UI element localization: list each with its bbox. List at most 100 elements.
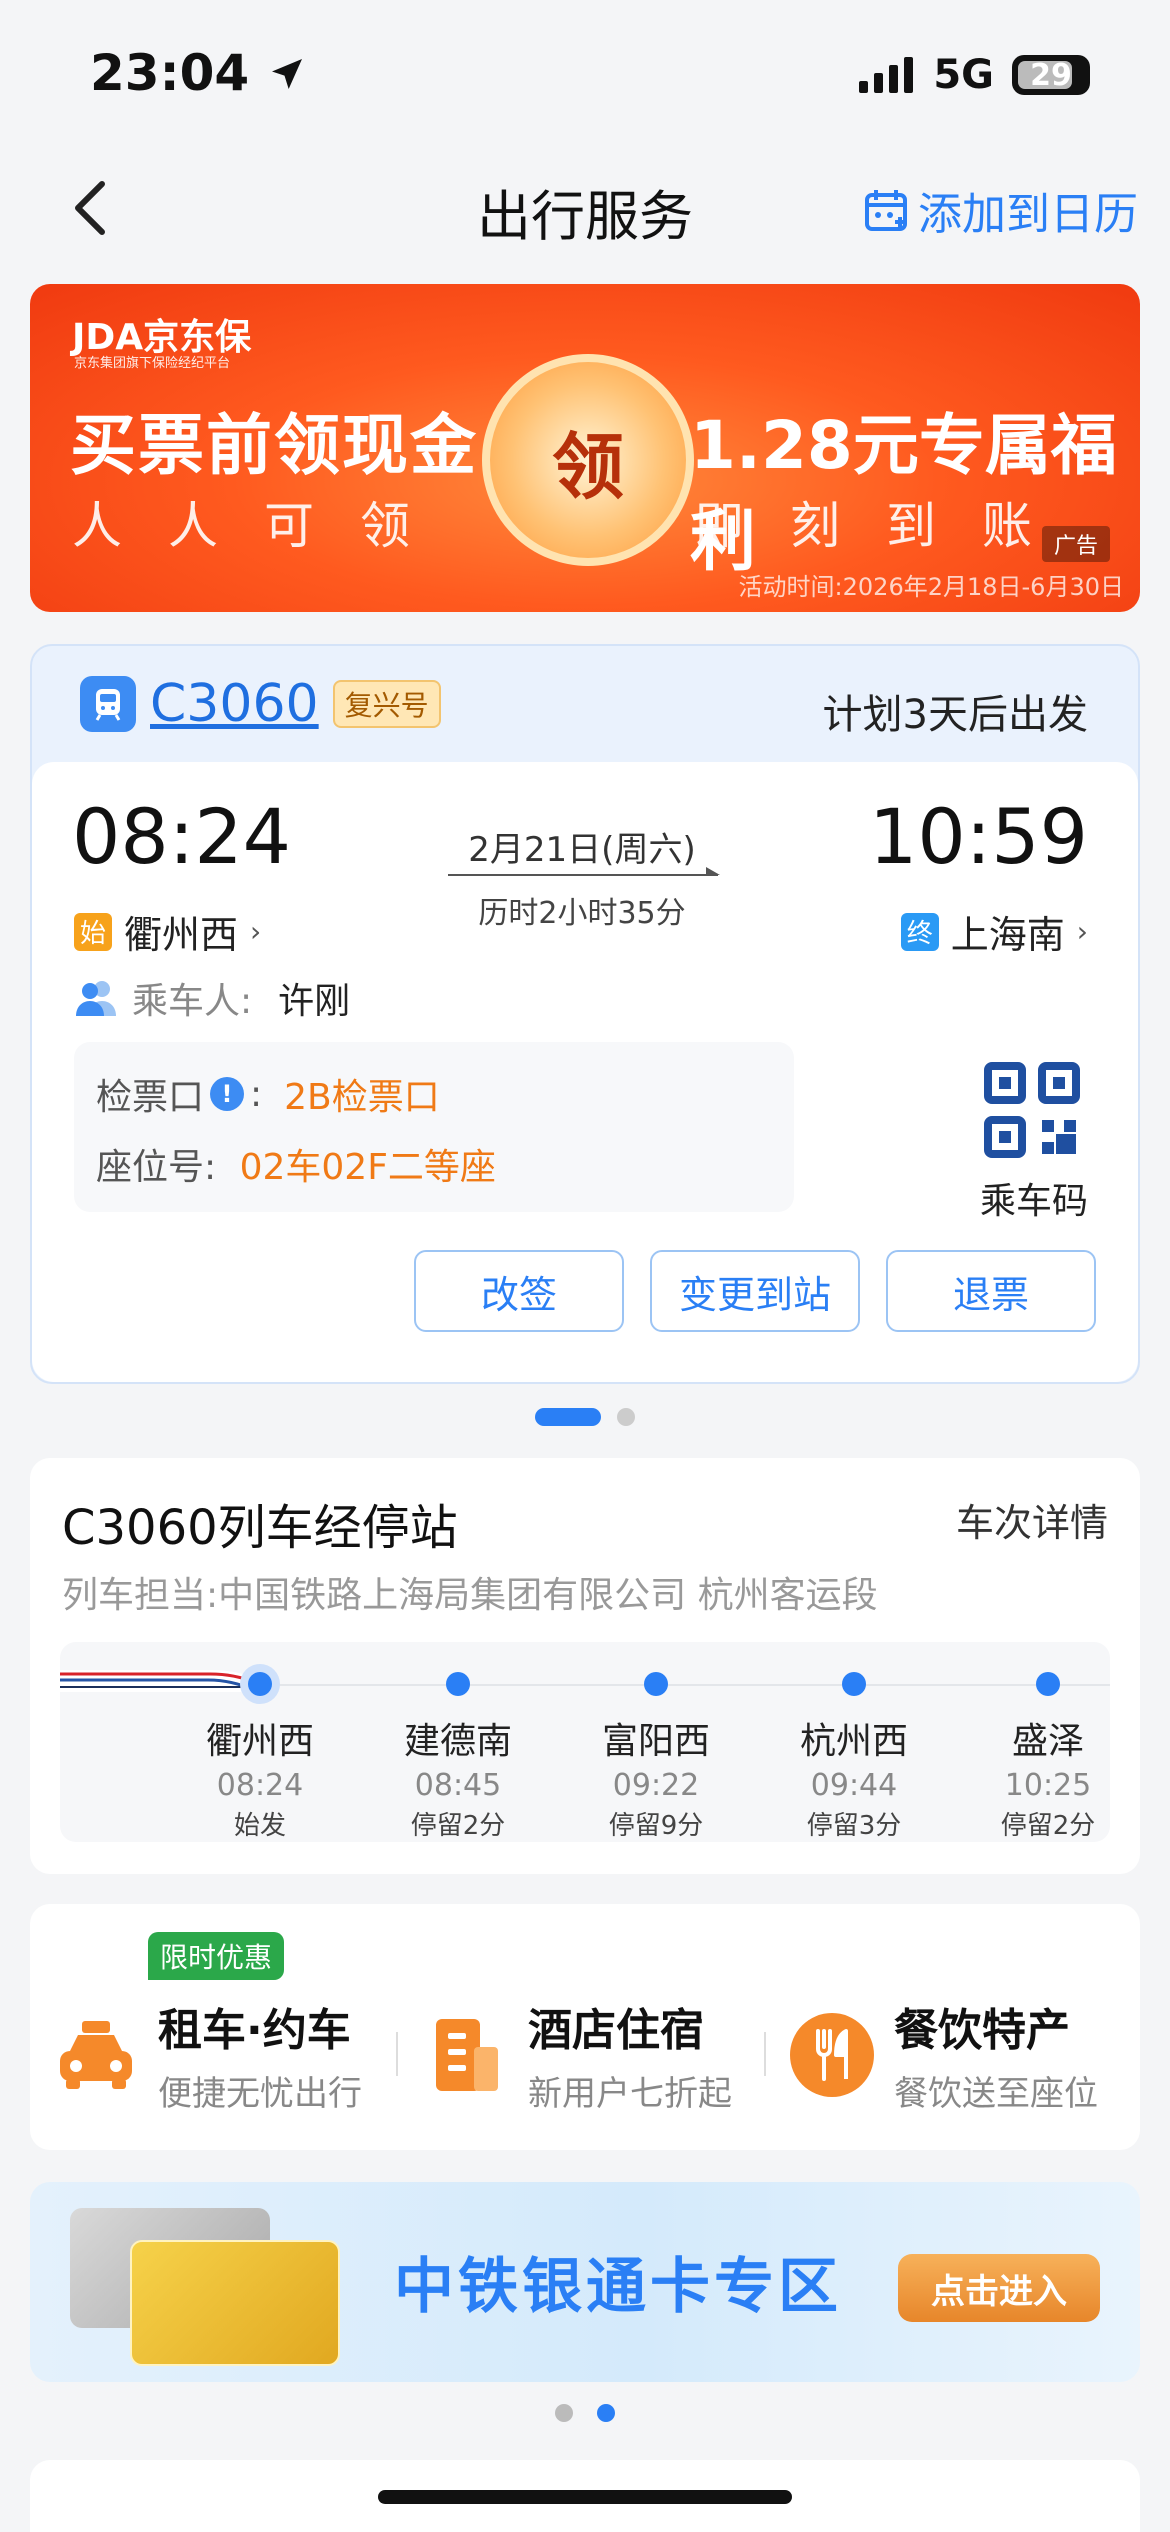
bank-card-banner[interactable]: 中铁银通卡专区 点击进入 (30, 2182, 1140, 2382)
ad-subline-left: 人人可领 (72, 497, 456, 555)
reschedule-button[interactable]: 改签 (414, 1250, 624, 1332)
stop-name: 建德南 (403, 1721, 512, 1762)
signal-icon (859, 57, 914, 93)
promo-badge: 限时优惠 (148, 1932, 285, 1980)
passenger-row: 乘车人: 许刚 (74, 972, 350, 1024)
journey-arrow (448, 867, 720, 876)
train-details-link[interactable]: 车次详情 (956, 1492, 1108, 1547)
gate-value: 2B检票口 (284, 1077, 440, 1118)
chevron-right-icon: › (1076, 915, 1088, 948)
hotel-service-title: 酒店住宿 (528, 2005, 704, 2056)
stop-note: 停留9分 (608, 1811, 704, 1841)
ad-tag: 广告 (1041, 526, 1110, 562)
departure-time: 08:24 (72, 792, 292, 881)
departure-station[interactable]: 始 衢州西 › (74, 904, 261, 959)
page-indicator[interactable] (617, 1408, 635, 1426)
stop-name: 衢州西 (205, 1721, 314, 1762)
divider (764, 2032, 766, 2076)
location-arrow-icon (271, 59, 302, 89)
stop-time: 08:24 (216, 1768, 304, 1803)
stop-note: 始发 (233, 1811, 286, 1841)
calendar-icon (865, 190, 907, 231)
passenger-label: 乘车人: (132, 981, 253, 1022)
car-icon (60, 2020, 132, 2089)
stop-item[interactable]: 建德南 08:45 停留2分 (383, 1672, 533, 1842)
travel-duration: 历时2小时35分 (478, 896, 686, 931)
seat-value: 02车02F二等座 (239, 1147, 496, 1188)
bank-card-image (130, 2240, 340, 2366)
start-tag: 始 (74, 912, 112, 951)
ad-claim-badge: 领 (482, 354, 694, 566)
hotel-service-sub: 新用户七折起 (528, 2074, 732, 2114)
stop-item[interactable]: 盛泽 10:25 停留2分 (973, 1672, 1123, 1842)
info-icon[interactable]: ! (210, 1077, 245, 1111)
stops-card: C3060列车经停站 车次详情 列车担当:中国铁路上海局集团有限公司 杭州客运段… (30, 1458, 1140, 1874)
train-icon (80, 676, 136, 732)
seat-row: 座位号: 02车02F二等座 (96, 1138, 496, 1190)
departure-plan: 计划3天后出发 (822, 692, 1088, 738)
train-type-badge: 复兴号 (332, 680, 441, 728)
battery-icon: 29 (1012, 55, 1090, 95)
stop-note: 停留2分 (410, 1811, 506, 1841)
trip-card-header: C3060 复兴号 (80, 674, 441, 734)
add-to-calendar-button[interactable]: 添加到日历 (862, 178, 1138, 242)
food-service-title: 餐饮特产 (894, 2005, 1070, 2056)
car-service-sub: 便捷无忧出行 (158, 2074, 362, 2114)
departure-station-name: 衢州西 (124, 913, 239, 957)
status-time: 23:04 (90, 44, 307, 102)
food-service[interactable]: 餐饮特产 餐饮送至座位 (788, 1994, 1098, 2115)
gate-row: 检票口 ! : 2B检票口 (96, 1068, 440, 1120)
travel-date: 2月21日(周六) (468, 830, 696, 870)
ad-subline-right: 即刻到账 (694, 497, 1078, 555)
boarding-code-label[interactable]: 乘车码 (980, 1172, 1088, 1224)
trip-details: 08:24 10:59 2月21日(周六) 历时2小时35分 始 衢州西 › 终… (32, 762, 1138, 1382)
stop-note: 停留3分 (806, 1811, 902, 1841)
stop-dot (842, 1672, 866, 1696)
passenger-name: 许刚 (278, 981, 351, 1022)
network-type: 5G (933, 52, 994, 98)
food-icon (790, 2012, 874, 2097)
ad-headline-left: 买票前领现金 (70, 407, 478, 484)
stop-item[interactable]: 衢州西 08:24 始发 (185, 1672, 335, 1842)
stop-dot (1036, 1672, 1060, 1696)
stop-dot (248, 1672, 272, 1696)
stop-item[interactable]: 杭州西 09:44 停留3分 (779, 1672, 929, 1842)
bank-banner-title: 中铁银通卡专区 (394, 2252, 842, 2322)
qr-code-icon[interactable] (984, 1062, 1080, 1158)
arrival-time: 10:59 (868, 792, 1088, 881)
page-indicator[interactable] (555, 2404, 573, 2422)
ad-period: 活动时间:2026年2月18日-6月30日 (738, 573, 1124, 601)
car-service[interactable]: 租车·约车 便捷无忧出行 (52, 1994, 362, 2115)
home-indicator[interactable] (378, 2490, 792, 2504)
train-number-link[interactable]: C3060 (150, 674, 319, 734)
stop-time: 09:22 (612, 1768, 700, 1803)
stop-note: 停留2分 (1000, 1811, 1096, 1841)
hotel-service[interactable]: 酒店住宿 新用户七折起 (422, 1994, 732, 2115)
gate-label: 检票口 (96, 1077, 205, 1118)
stop-time: 08:45 (414, 1768, 502, 1803)
ticket-info-box: 检票口 ! : 2B检票口 座位号: 02车02F二等座 (74, 1042, 794, 1212)
page-indicator-active (535, 1408, 601, 1426)
status-indicators: 5G 29 (859, 52, 1090, 98)
refund-button[interactable]: 退票 (886, 1250, 1096, 1332)
stop-time: 10:25 (1004, 1768, 1092, 1803)
end-tag: 终 (900, 912, 939, 951)
seat-label: 座位号: (96, 1147, 217, 1188)
arrival-station[interactable]: 终 上海南 › (900, 904, 1088, 959)
trip-card[interactable]: C3060 复兴号 计划3天后出发 08:24 10:59 2月21日(周六) … (30, 644, 1140, 1384)
change-destination-button[interactable]: 变更到站 (650, 1250, 860, 1332)
stop-name: 盛泽 (1011, 1721, 1084, 1762)
divider (396, 2032, 398, 2076)
stop-dot (446, 1672, 470, 1696)
ad-brand-sub: 京东集团旗下保险经纪平台 (74, 356, 231, 371)
stop-item[interactable]: 富阳西 09:22 停留9分 (581, 1672, 731, 1842)
stops-title: C3060列车经停站 (62, 1500, 458, 1556)
enter-button[interactable]: 点击进入 (898, 2254, 1100, 2322)
gate-colon: : (250, 1073, 263, 1115)
ad-banner[interactable]: JDA京东保 京东集团旗下保险经纪平台 买票前领现金 人人可领 领 1.28元专… (30, 284, 1140, 612)
stop-dot (644, 1672, 668, 1696)
stop-name: 杭州西 (799, 1721, 908, 1762)
arrival-station-name: 上海南 (950, 913, 1065, 957)
hotel-icon (436, 2018, 498, 2091)
route-timeline[interactable]: 衢州西 08:24 始发 建德南 08:45 停留2分 富阳西 09:22 停留… (60, 1642, 1110, 1842)
